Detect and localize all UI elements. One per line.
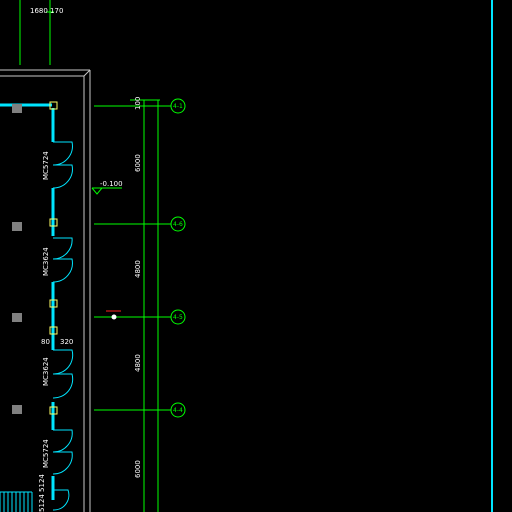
dimension-6000-top: 6000 <box>134 154 142 172</box>
top-dimension-text: 1680 170 <box>30 7 63 15</box>
door-label-2: MC3624 <box>42 247 50 276</box>
dimension-100: 100 <box>134 97 142 110</box>
axis-lines <box>94 105 171 411</box>
axis-bubble-4[interactable]: 4-4 <box>170 402 186 418</box>
cad-drawing-canvas[interactable]: 1680 170 5124 5124 MC5724 MC3624 MC3624 … <box>0 0 512 512</box>
axis-bubble-1[interactable]: 4-1 <box>170 98 186 114</box>
axis-bubble-label: 4-5 <box>173 314 183 321</box>
wall-offset-right: 320 <box>60 338 73 346</box>
dimension-4800-a: 4800 <box>134 260 142 278</box>
elevation-marker <box>91 187 122 195</box>
stair-treads <box>0 491 33 512</box>
interior-fixtures <box>12 104 22 414</box>
door-label-4: MC5724 <box>42 439 50 468</box>
door-label-3: MC3624 <box>42 357 50 386</box>
door-swings <box>52 141 74 511</box>
dimension-4800-b: 4800 <box>134 354 142 372</box>
axis-bubble-label: 4-1 <box>173 103 183 110</box>
axis-bubble-label: 4-4 <box>173 407 183 414</box>
elevation-label: -0.100 <box>100 180 123 188</box>
axis-bubble-3[interactable]: 4-5 <box>170 309 186 325</box>
section-marker-icon <box>111 314 117 320</box>
stair-label: 5124 5124 <box>38 474 46 512</box>
wall-offset-left: 80 <box>41 338 50 346</box>
door-label-1: MC5724 <box>42 151 50 180</box>
axis-bubble-label: 4-6 <box>173 221 183 228</box>
dimension-6000-bottom: 6000 <box>134 460 142 478</box>
axis-bubble-2[interactable]: 4-6 <box>170 216 186 232</box>
structural-columns <box>49 101 58 415</box>
